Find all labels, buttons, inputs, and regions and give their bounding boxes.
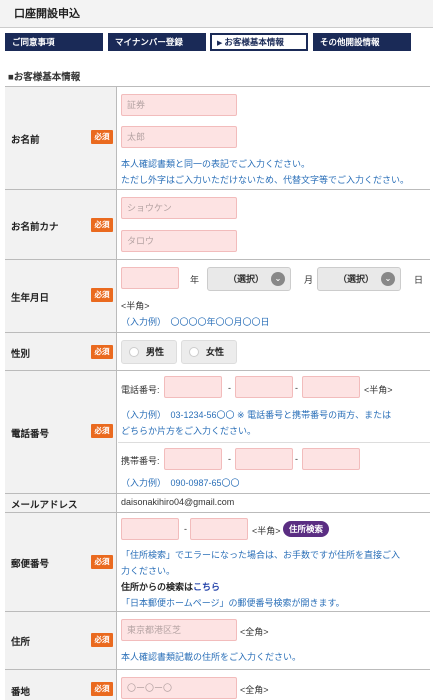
required-badge: 必須: [91, 633, 113, 647]
page-header: 口座開設申込: [0, 0, 433, 28]
mobile-input-1[interactable]: [164, 448, 222, 470]
row-kana: お名前カナ 必須 ショウケン タロウ: [5, 190, 430, 260]
row-banchi: 番地 必須 〇ー〇ー〇 <全角>: [5, 670, 430, 700]
first-name-kana-input[interactable]: タロウ: [121, 230, 237, 252]
row-postal: 郵便番号 必須 - <半角> 住所検索 「住所検索」でエラーになった場合は、お手…: [5, 513, 430, 612]
name-note-2: ただし外字はご入力いただけないため、代替文字等でご入力ください。: [121, 175, 410, 185]
gender-female-radio[interactable]: 女性: [181, 340, 237, 364]
tel-label: 電話番号:: [121, 385, 160, 395]
first-name-input[interactable]: 太郎: [121, 126, 237, 148]
postal-label: 郵便番号: [11, 559, 50, 570]
page-title: 口座開設申込: [14, 8, 80, 20]
required-badge: 必須: [91, 218, 113, 232]
fullwidth-note: <全角>: [240, 685, 269, 695]
required-badge: 必須: [91, 130, 113, 144]
address-search-button[interactable]: 住所検索: [283, 521, 330, 537]
chevron-down-icon: ⌄: [271, 272, 285, 286]
section-title: ■お客様基本情報: [8, 72, 81, 83]
row-address: 住所 必須 東京都港区芝 <全角> 本人確認書類記載の住所をご入力ください。: [5, 612, 430, 670]
gender-male-radio[interactable]: 男性: [121, 340, 177, 364]
tel-example: （入力例） 03-1234-56〇〇 ※ 電話番号と携帯番号の両方、または: [121, 410, 392, 420]
birth-year-input[interactable]: [121, 267, 179, 289]
day-unit: 日: [414, 275, 424, 285]
year-unit: 年: [190, 275, 200, 285]
birth-month-select[interactable]: （選択） ⌄: [207, 267, 291, 291]
row-phone: 電話番号 必須 電話番号: - - <半角> （入力例） 03-1234-56〇…: [5, 371, 430, 494]
halfwidth-note: <半角>: [252, 526, 281, 536]
mobile-input-3[interactable]: [302, 448, 360, 470]
required-badge: 必須: [91, 555, 113, 569]
tab-consent[interactable]: ご同意事項: [5, 33, 103, 51]
required-badge: 必須: [91, 424, 113, 438]
radio-icon: [189, 347, 199, 357]
search-from-address: 住所からの検索はこちら: [121, 582, 221, 592]
month-unit: 月: [304, 275, 314, 285]
last-name-input[interactable]: 証券: [121, 94, 237, 116]
tab-other-info[interactable]: その他開設情報: [313, 33, 411, 51]
required-badge: 必須: [91, 682, 113, 696]
postal-input-1[interactable]: [121, 518, 179, 540]
row-email: メールアドレス daisonakihiro04@gmail.com: [5, 494, 430, 513]
mobile-label: 携帯番号:: [121, 456, 160, 466]
name-note-1: 本人確認書類と同一の表記でご入力ください。: [121, 159, 311, 169]
basic-info-form: お名前 必須 証券 太郎 本人確認書類と同一の表記でご入力ください。 ただし外字…: [5, 86, 430, 700]
chevron-down-icon: ⌄: [381, 272, 395, 286]
gender-label: 性別: [11, 349, 31, 360]
postal-note-2: 力ください。: [121, 566, 176, 576]
row-birthdate: 生年月日 必須 年 （選択） ⌄ 月 （選択） ⌄ 日 <半角> （入力例） 〇〇〇…: [5, 260, 430, 333]
phone-label: 電話番号: [11, 429, 50, 440]
birth-day-select[interactable]: （選択） ⌄: [317, 267, 401, 291]
tel-input-2[interactable]: [235, 376, 293, 398]
banchi-input[interactable]: 〇ー〇ー〇: [121, 677, 237, 699]
tel-input-1[interactable]: [164, 376, 222, 398]
tel-note: どちらか片方をご入力ください。: [121, 426, 257, 436]
last-name-kana-input[interactable]: ショウケン: [121, 197, 237, 219]
name-label: お名前: [11, 135, 40, 146]
address-search-link[interactable]: こちら: [193, 582, 220, 592]
mobile-input-2[interactable]: [235, 448, 293, 470]
birthdate-example: （入力例） 〇〇〇〇年〇〇月〇〇日: [121, 317, 270, 327]
required-badge: 必須: [91, 345, 113, 359]
postal-input-2[interactable]: [190, 518, 248, 540]
radio-icon: [129, 347, 139, 357]
arrow-right-icon: ▶: [217, 40, 223, 47]
fullwidth-note: <全角>: [240, 627, 269, 637]
required-badge: 必須: [91, 288, 113, 302]
row-gender: 性別 必須 男性 女性: [5, 333, 430, 371]
banchi-label: 番地: [11, 687, 31, 698]
halfwidth-note: <半角>: [364, 385, 393, 395]
address-input[interactable]: 東京都港区芝: [121, 619, 237, 641]
tab-basic-info[interactable]: ▶ お客様基本情報: [210, 33, 308, 51]
row-name: お名前 必須 証券 太郎 本人確認書類と同一の表記でご入力ください。 ただし外字…: [5, 87, 430, 190]
postal-note-3: 「日本郵便ホームページ」の郵便番号検索が開きます。: [121, 598, 345, 608]
email-value: daisonakihiro04@gmail.com: [121, 497, 235, 507]
step-tabs: ご同意事項 マイナンバー登録 ▶ お客様基本情報 その他開設情報: [5, 33, 430, 51]
email-label: メールアドレス: [11, 500, 78, 511]
birthdate-label: 生年月日: [11, 293, 50, 304]
halfwidth-note: <半角>: [121, 301, 150, 311]
mobile-example: （入力例） 090-0987-65〇〇: [121, 478, 240, 488]
kana-label: お名前カナ: [11, 222, 59, 233]
address-note: 本人確認書類記載の住所をご入力ください。: [121, 652, 302, 662]
address-label: 住所: [11, 637, 31, 648]
tel-input-3[interactable]: [302, 376, 360, 398]
postal-note-1: 「住所検索」でエラーになった場合は、お手数ですが住所を直接ご入: [121, 550, 401, 560]
tab-mynumber[interactable]: マイナンバー登録: [108, 33, 206, 51]
